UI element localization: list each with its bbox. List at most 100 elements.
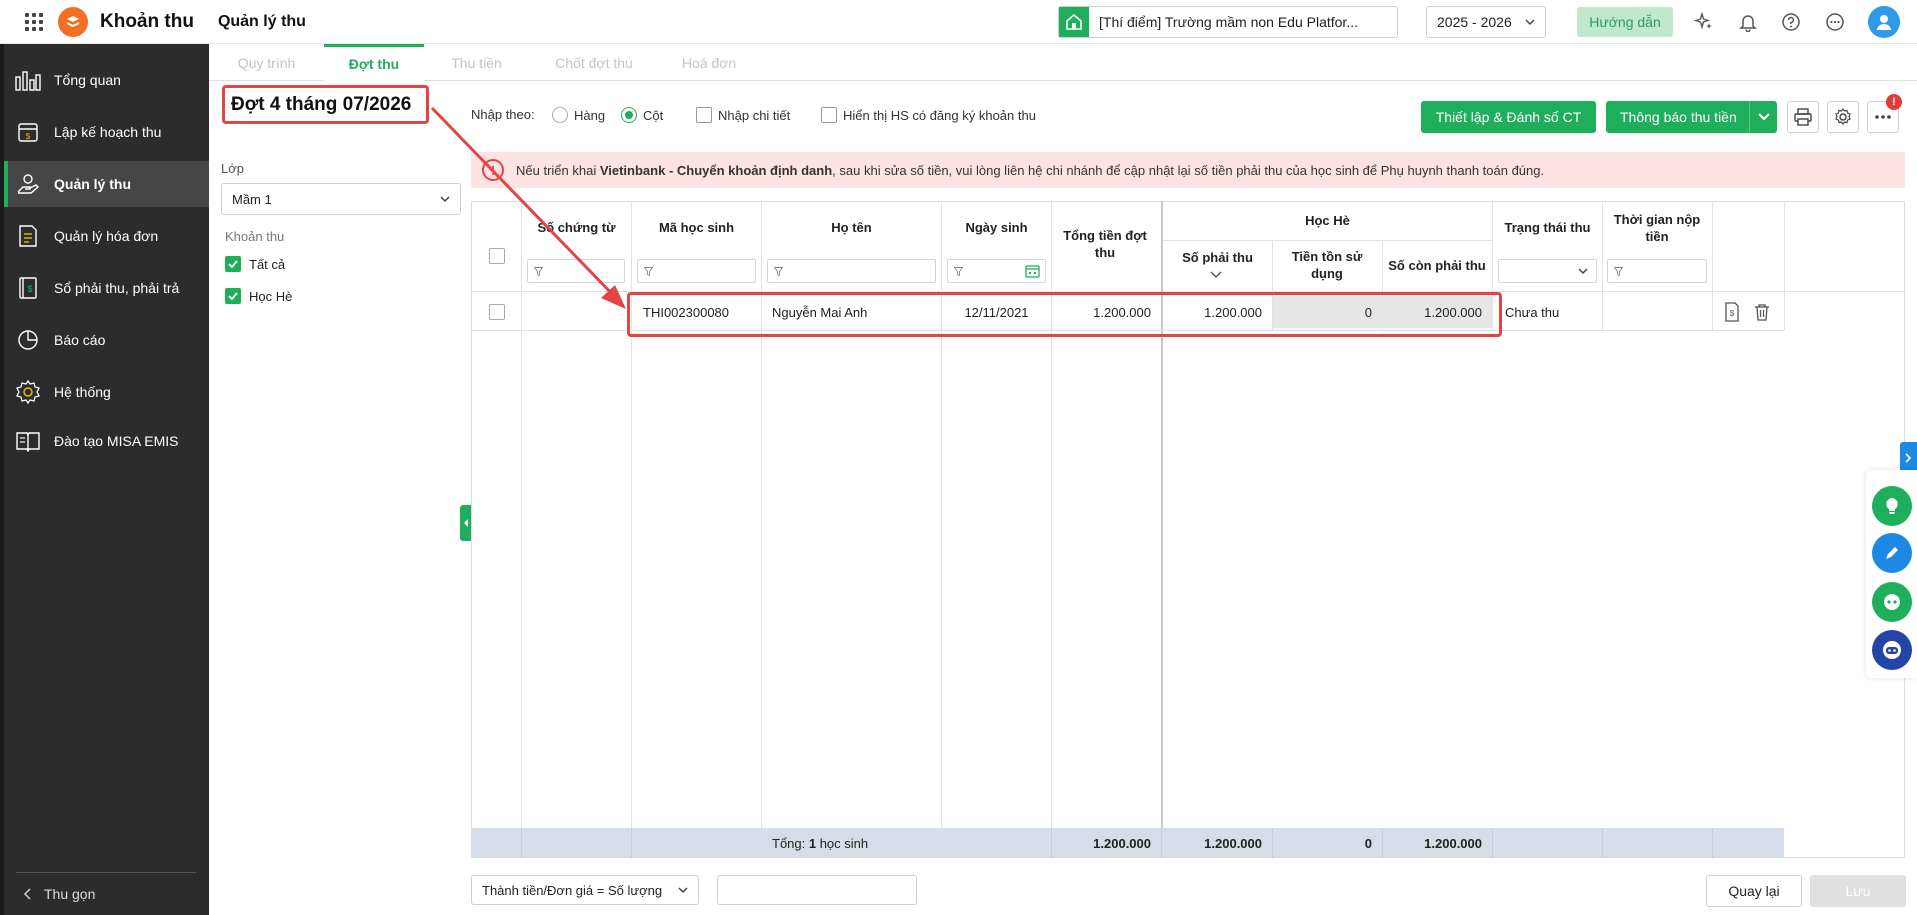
announcement-button[interactable] (1872, 533, 1912, 573)
chevron-left-icon (23, 888, 31, 900)
header-status[interactable]: Trạng thái thu (1493, 212, 1602, 242)
select-all-checkbox[interactable] (489, 248, 505, 264)
filter-dob[interactable] (947, 259, 1046, 283)
radio-label: Hàng (574, 107, 606, 123)
filter-paid-time[interactable] (1607, 259, 1707, 283)
footer-remaining: 1.200.000 (1424, 835, 1482, 851)
class-value: Mầm 1 (232, 191, 272, 207)
chevron-down-icon (440, 196, 450, 203)
sidebar-item-training[interactable]: Đào tạo MISA EMIS (4, 418, 209, 464)
sidebar-divider (16, 872, 196, 873)
checkbox-checked-icon (225, 256, 241, 272)
col-divider (1712, 828, 1713, 858)
fees-label: Khoản thu (225, 229, 285, 244)
header-balance-used[interactable]: Tiền tồn sử dụng (1278, 246, 1376, 284)
receipt-icon[interactable]: $ (1722, 296, 1742, 328)
chevron-down-icon (1758, 113, 1770, 121)
save-button[interactable]: Lưu (1810, 875, 1906, 907)
sidebar-item-invoices[interactable]: Quản lý hóa đơn (4, 213, 209, 259)
sidebar-item-overview[interactable]: Tổng quan (4, 57, 209, 103)
header-student-id[interactable]: Mã học sinh (632, 212, 761, 242)
fee-filter-all[interactable]: Tất cả (225, 256, 285, 272)
app-launcher-icon[interactable] (24, 12, 44, 32)
chevron-down-icon (1578, 268, 1588, 275)
calendar-icon[interactable] (1025, 264, 1040, 278)
chatbot-button[interactable] (1872, 582, 1912, 622)
settings-button[interactable] (1827, 101, 1859, 133)
show-registered-checkbox[interactable]: Hiển thị HS có đăng ký khoản thu (821, 107, 1036, 123)
header-doc-no[interactable]: Số chứng từ (522, 212, 631, 242)
radio-label: Cột (643, 107, 664, 123)
radio-input-by-column[interactable]: Cột (621, 107, 663, 123)
invoice-icon (14, 222, 42, 250)
header-remaining[interactable]: Số còn phải thu (1388, 246, 1486, 284)
footer-balance-used: 0 (1364, 835, 1372, 851)
filter-name[interactable] (767, 259, 936, 283)
tab-invoices[interactable]: Hoá đơn (659, 44, 759, 81)
fee-filter-summer[interactable]: Học Hè (225, 288, 292, 304)
notify-payment-button[interactable]: Thông báo thu tiền (1606, 101, 1777, 133)
header-dob[interactable]: Ngày sinh (942, 212, 1051, 242)
page-name: Quản lý thu (217, 12, 306, 30)
formula-input[interactable] (717, 875, 917, 905)
school-name: [Thí điểm] Trường mầm non Edu Platfor... (1099, 14, 1358, 30)
collapse-label: Thu gọn (44, 886, 96, 902)
row-select-checkbox[interactable] (489, 304, 505, 320)
year-selector[interactable]: 2025 - 2026 (1426, 6, 1546, 38)
detail-input-checkbox[interactable]: Nhập chi tiết (696, 107, 790, 123)
tab-process[interactable]: Quy trình (209, 44, 324, 81)
period-title: Đợt 4 tháng 07/2026 (222, 85, 429, 124)
tab-collection-period[interactable]: Đợt thu (324, 44, 424, 81)
idea-button[interactable] (1872, 486, 1912, 526)
book-icon (14, 427, 42, 455)
filter-doc-no[interactable] (527, 259, 625, 283)
class-select[interactable]: Mầm 1 (221, 183, 461, 215)
cell-paid-time[interactable] (1603, 296, 1712, 328)
lightbulb-icon (1886, 498, 1898, 514)
header-name[interactable]: Họ tên (762, 212, 941, 242)
cell-doc-no[interactable] (522, 296, 631, 328)
sparkle-icon[interactable] (1692, 10, 1716, 34)
help-icon[interactable] (1779, 10, 1803, 34)
sidebar-item-plan[interactable]: $ Lập kế hoạch thu (4, 109, 209, 155)
caret-left-icon (463, 519, 468, 527)
print-button[interactable] (1787, 101, 1819, 133)
cell-status[interactable]: Chưa thu (1493, 296, 1602, 328)
header-paid-time[interactable]: Thời gian nộp tiền (1606, 210, 1708, 246)
header-payable[interactable]: Số phải thu (1163, 246, 1272, 268)
bell-icon[interactable] (1736, 10, 1760, 34)
year-value: 2025 - 2026 (1437, 14, 1512, 30)
filter-student-id[interactable] (637, 259, 756, 283)
sidebar-item-label: Lập kế hoạch thu (54, 124, 162, 140)
chat-more-icon[interactable] (1823, 10, 1847, 34)
sidebar-item-manage-fees[interactable]: Quản lý thu (4, 161, 209, 207)
panel-collapse-toggle[interactable] (460, 505, 471, 541)
sidebar-item-system[interactable]: Hệ thống (4, 369, 209, 415)
notify-button-label: Thông báo thu tiền (1620, 109, 1737, 125)
sidebar-item-reports[interactable]: Báo cáo (4, 317, 209, 363)
tab-collect-money[interactable]: Thu tiền (424, 44, 529, 81)
filter-status-select[interactable] (1498, 259, 1597, 283)
calendar-money-icon: $ (14, 118, 42, 146)
sidebar-item-label: Báo cáo (54, 332, 106, 348)
chevron-down-icon (1525, 19, 1535, 26)
formula-select[interactable]: Thành tiền/Đơn giá = Số lượng (471, 875, 699, 905)
delete-icon[interactable] (1752, 296, 1772, 328)
side-drawer-toggle[interactable] (1900, 442, 1917, 473)
guide-button[interactable]: Hướng dẫn (1577, 7, 1673, 37)
radio-selected-icon (621, 107, 637, 123)
sidebar-item-ledger[interactable]: $ Sổ phải thu, phải trả (4, 265, 209, 311)
setup-numbering-button[interactable]: Thiết lập & Đánh số CT (1421, 101, 1596, 133)
app-logo-icon (58, 6, 88, 37)
user-avatar[interactable] (1868, 6, 1900, 38)
sort-down-icon[interactable] (1210, 271, 1222, 279)
tab-close-period[interactable]: Chốt đợt thu (529, 44, 659, 81)
school-selector[interactable]: [Thí điểm] Trường mầm non Edu Platfor... (1058, 6, 1398, 38)
back-button[interactable]: Quay lại (1706, 875, 1802, 907)
collapse-button[interactable]: Thu gọn (22, 886, 95, 902)
assistant-button[interactable] (1872, 630, 1912, 670)
alert-badge: ! (1886, 94, 1902, 110)
radio-icon (552, 107, 568, 123)
header-total[interactable]: Tổng tiền đợt thu (1060, 222, 1150, 266)
radio-input-by-row[interactable]: Hàng (552, 107, 605, 123)
